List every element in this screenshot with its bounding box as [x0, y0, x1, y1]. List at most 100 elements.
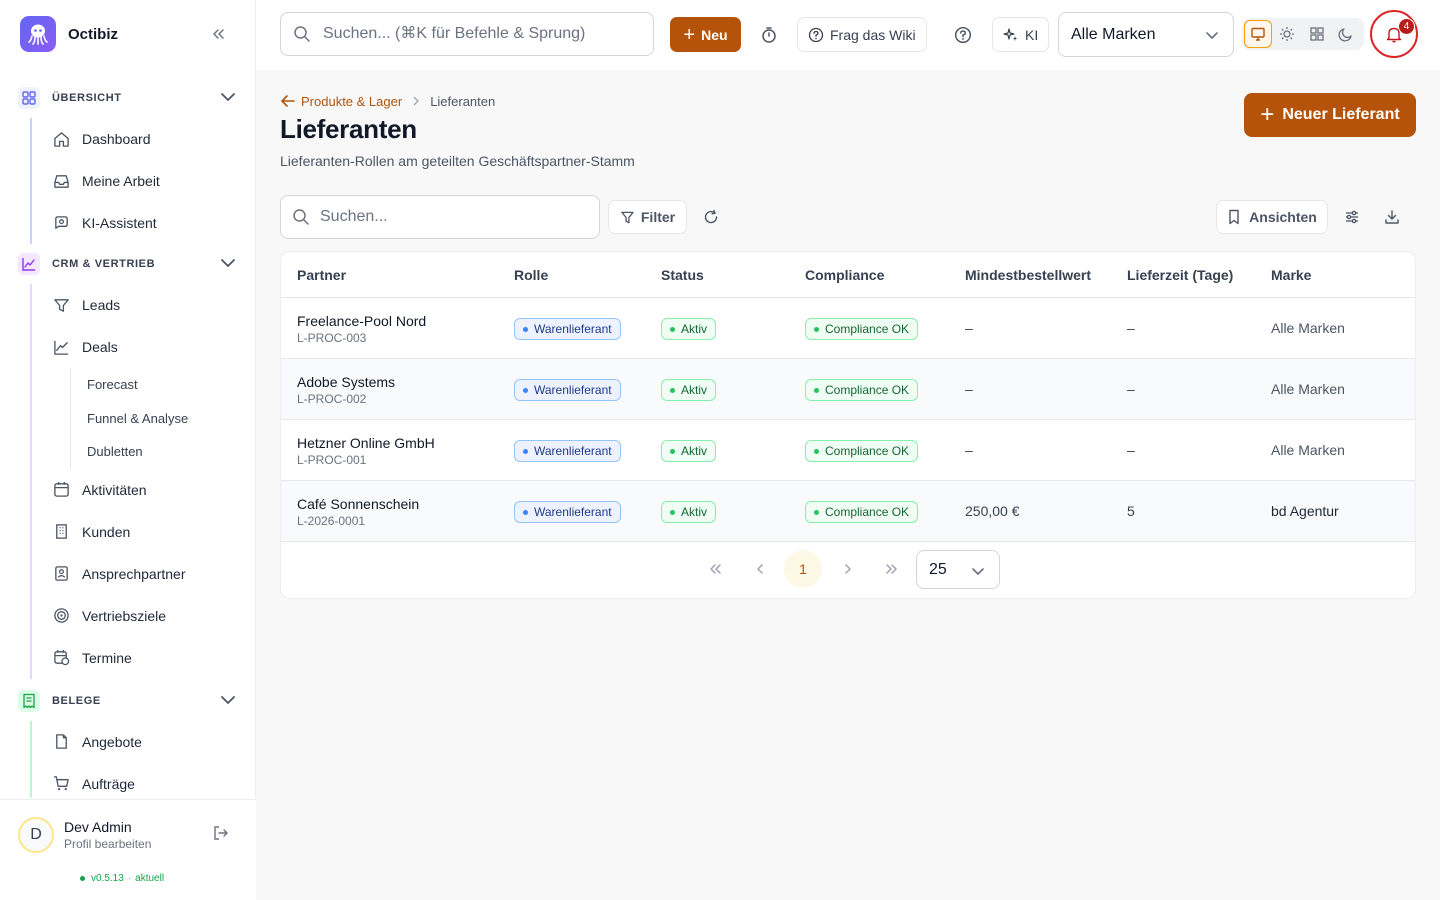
monitor-icon[interactable] [1244, 20, 1272, 48]
table-row[interactable]: Hetzner Online GmbH L-PROC-001 Warenlief… [281, 420, 1415, 481]
brand-cell: Alle Marken [1271, 381, 1345, 397]
collapse-sidebar-button[interactable] [206, 22, 230, 46]
column-header-status[interactable]: Status [661, 267, 704, 283]
next-page-button[interactable] [830, 550, 866, 588]
chevrons-left-icon [213, 29, 224, 39]
brand[interactable]: Octibiz [20, 16, 118, 52]
page-subtitle: Lieferanten-Rollen am geteilten Geschäft… [280, 153, 635, 169]
column-header-compliance[interactable]: Compliance [805, 267, 884, 283]
column-header-rolle[interactable]: Rolle [514, 267, 548, 283]
brand-cell: Alle Marken [1271, 442, 1345, 458]
column-header-mindestbestellwert[interactable]: Mindestbestellwert [965, 267, 1091, 283]
funnel-icon [52, 296, 70, 314]
sliders-icon[interactable] [1343, 208, 1361, 226]
role-badge: Warenlieferant [514, 318, 621, 340]
table-row[interactable]: Freelance-Pool Nord L-PROC-003 Warenlief… [281, 298, 1415, 359]
badge-dot [523, 448, 528, 454]
sidebar-item-ansprechpartner[interactable]: Ansprechpartner [32, 553, 256, 595]
table-search[interactable] [280, 195, 600, 239]
section-crm-vertrieb[interactable]: CRM & VERTRIEB [0, 244, 256, 284]
ai-button[interactable]: KI [992, 17, 1050, 52]
avatar[interactable]: D [18, 817, 54, 853]
table-row[interactable]: Adobe Systems L-PROC-002 Warenlieferant … [281, 359, 1415, 420]
sidebar-item-leads[interactable]: Leads [32, 284, 256, 326]
status-badge: Aktiv [661, 379, 717, 401]
download-icon[interactable] [1383, 208, 1401, 226]
sidebar-subitem-dubletten[interactable]: Dubletten [71, 435, 256, 469]
wiki-button[interactable]: Frag das Wiki [797, 17, 927, 52]
sidebar-subitem-forecast[interactable]: Forecast [71, 368, 256, 402]
sun-icon[interactable] [1274, 20, 1301, 48]
section-items: Dashboard Meine Arbeit KI-Assistent [30, 118, 256, 244]
sidebar-item-deals[interactable]: Deals [32, 326, 256, 368]
global-search-input[interactable] [323, 25, 643, 43]
sidebar-item-aktivitaeten[interactable]: Aktivitäten [32, 469, 256, 511]
table-search-input[interactable] [320, 208, 580, 226]
current-page-button[interactable]: 1 [784, 550, 822, 588]
section-items: Angebote Aufträge [30, 720, 256, 799]
section-belege[interactable]: BELEGE [0, 681, 256, 721]
layout-grid-icon[interactable] [1303, 20, 1330, 48]
page-size-select[interactable]: 25 [916, 550, 1000, 589]
grid-icon [18, 87, 40, 109]
sidebar-item-vertriebsziele[interactable]: Vertriebsziele [32, 595, 256, 637]
chevron-right-icon [412, 96, 420, 106]
filter-button[interactable]: Filter [608, 200, 687, 234]
lead-time: – [1127, 442, 1135, 458]
home-icon [52, 130, 70, 148]
help-icon[interactable] [952, 24, 974, 46]
sidebar-item-meine-arbeit[interactable]: Meine Arbeit [32, 160, 256, 202]
refresh-icon[interactable] [702, 208, 720, 226]
chart-line-icon [18, 253, 40, 275]
compliance-badge: Compliance OK [805, 318, 919, 340]
global-search[interactable] [280, 12, 654, 56]
cart-icon [52, 775, 70, 793]
sidebar-item-kunden[interactable]: Kunden [32, 511, 256, 553]
role-badge: Warenlieferant [514, 501, 621, 523]
badge-dot [523, 326, 528, 332]
notification-count-badge: 4 [1398, 18, 1415, 35]
status-badge: Aktiv [661, 318, 717, 340]
min-order-value: – [965, 442, 973, 458]
sidebar-item-angebote[interactable]: Angebote [32, 721, 256, 763]
new-button[interactable]: + Neu [670, 17, 741, 52]
partner-name: Café Sonnenschein [297, 496, 420, 512]
new-supplier-button[interactable]: + Neuer Lieferant [1244, 93, 1416, 137]
sidebar-item-ki-assistent[interactable]: KI-Assistent [32, 202, 256, 244]
column-header-lieferzeit[interactable]: Lieferzeit (Tage) [1127, 267, 1233, 283]
building-icon [52, 523, 70, 541]
role-badge: Warenlieferant [514, 379, 621, 401]
sidebar-item-auftraege[interactable]: Aufträge [32, 763, 256, 799]
version-info: v0.5.13 · aktuell [80, 873, 164, 884]
badge-dot [670, 448, 675, 454]
notifications-button[interactable]: 4 [1370, 10, 1418, 58]
edit-profile-link[interactable]: Profil bearbeiten [64, 837, 151, 851]
sidebar-item-termine[interactable]: Termine [32, 637, 256, 679]
first-page-button[interactable] [697, 550, 733, 588]
breadcrumb-back-link[interactable]: Produkte & Lager [280, 94, 402, 109]
lead-time: 5 [1127, 503, 1135, 519]
moon-icon[interactable] [1333, 20, 1360, 48]
chevron-down-icon [218, 253, 238, 278]
sidebar-item-dashboard[interactable]: Dashboard [32, 118, 256, 160]
plus-icon: + [683, 23, 696, 46]
lead-time: – [1127, 320, 1135, 336]
compliance-badge: Compliance OK [805, 501, 919, 523]
badge-dot [814, 326, 819, 332]
logout-icon[interactable] [212, 824, 230, 847]
version-number: v0.5.13 [91, 873, 124, 884]
timer-icon[interactable] [758, 24, 780, 46]
plus-icon: + [1260, 101, 1275, 128]
brand-select[interactable]: Alle Marken [1058, 12, 1234, 57]
section-label: BELEGE [52, 694, 101, 707]
octopus-logo-icon [20, 16, 56, 52]
last-page-button[interactable] [874, 550, 910, 588]
table-row[interactable]: Café Sonnenschein L-2026-0001 Warenliefe… [281, 481, 1415, 542]
sidebar-subitem-funnel-analyse[interactable]: Funnel & Analyse [71, 402, 256, 436]
column-header-marke[interactable]: Marke [1271, 267, 1311, 283]
prev-page-button[interactable] [742, 550, 778, 588]
main-content: Produkte & Lager Lieferanten Lieferanten… [256, 70, 1440, 900]
column-header-partner[interactable]: Partner [297, 267, 346, 283]
section-uebersicht[interactable]: ÜBERSICHT [0, 78, 256, 118]
views-button[interactable]: Ansichten [1216, 200, 1328, 234]
